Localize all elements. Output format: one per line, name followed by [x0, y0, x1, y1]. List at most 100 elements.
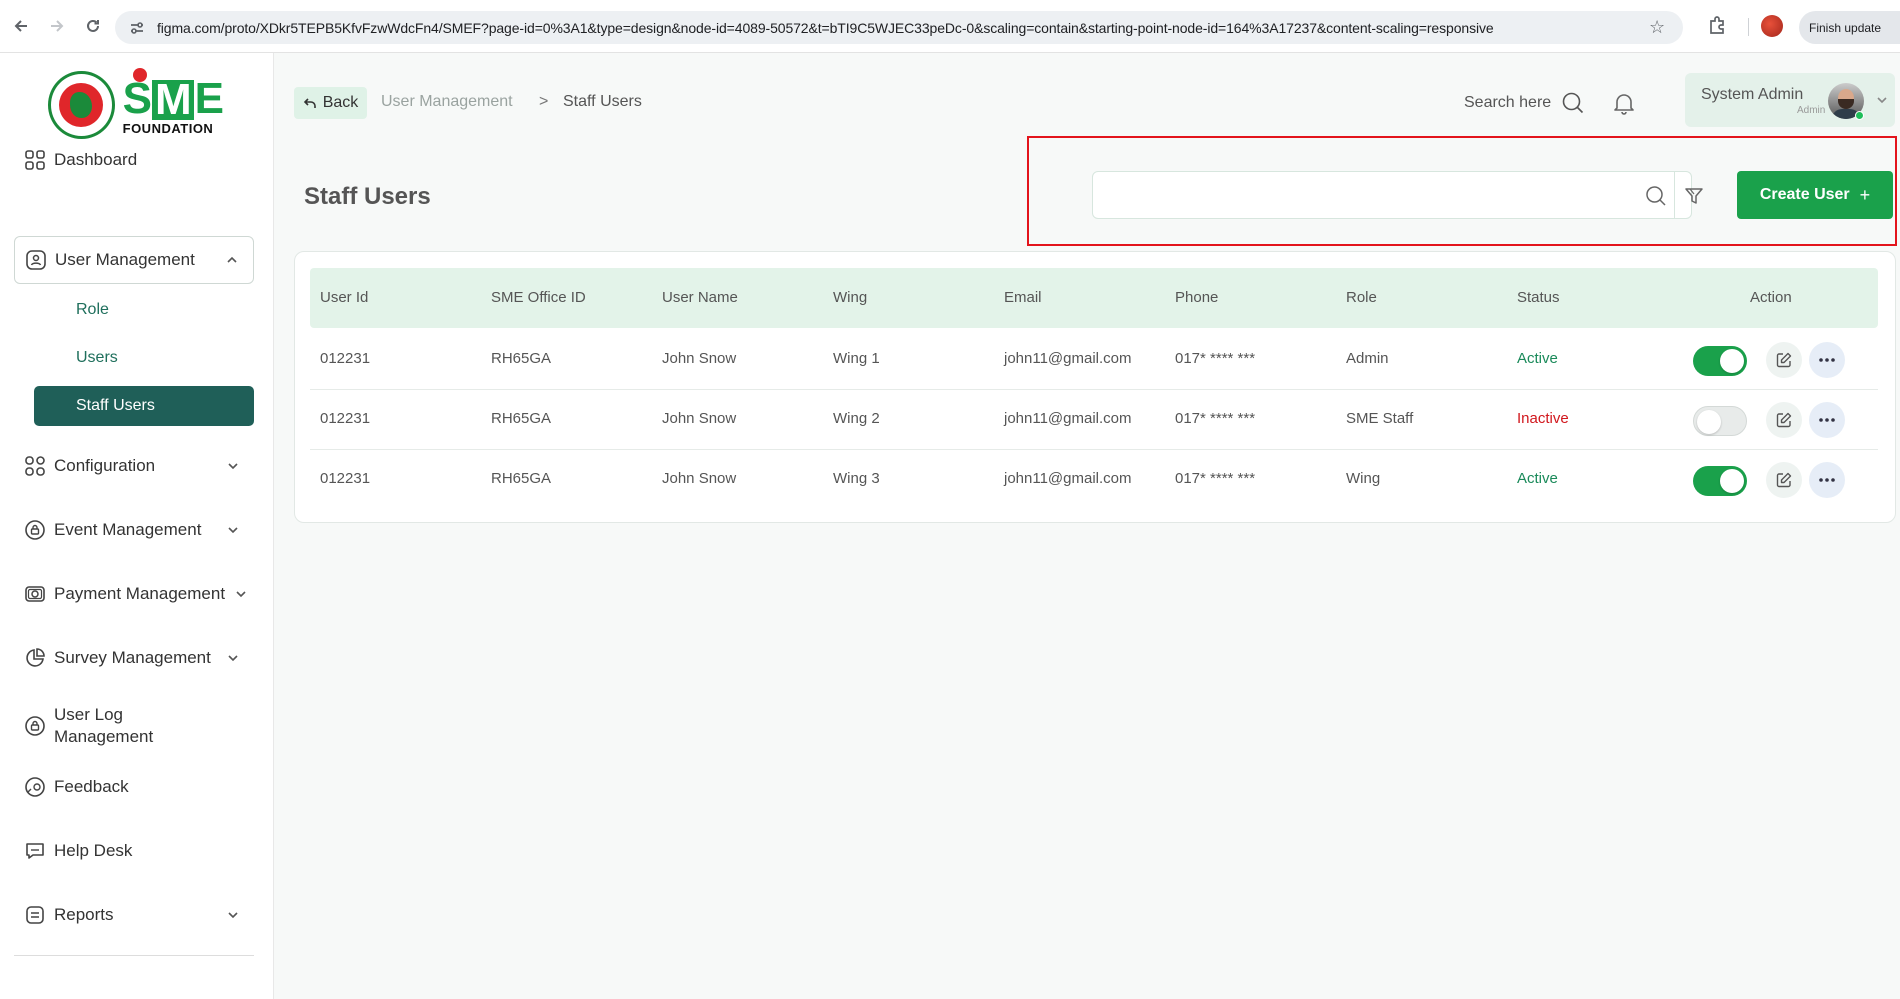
breadcrumb-parent[interactable]: User Management [381, 93, 513, 111]
reports-icon [24, 904, 46, 926]
edit-button[interactable] [1766, 342, 1802, 378]
chevron-down-icon[interactable] [226, 459, 240, 473]
status-toggle[interactable] [1693, 466, 1747, 496]
more-options-button[interactable] [1809, 402, 1845, 438]
more-horizontal-icon [1819, 358, 1835, 362]
main-content: Back User Management > Staff Users Searc… [274, 53, 1900, 999]
more-horizontal-icon [1819, 418, 1835, 422]
header-search-label: Search here [1464, 94, 1552, 111]
column-header-status[interactable]: Status [1517, 289, 1560, 306]
submenu-item-staff-users[interactable]: Staff Users [34, 386, 254, 426]
address-bar[interactable]: figma.com/proto/XDkr5TEPB5KfvFzwWdcFn4/S… [115, 11, 1683, 44]
sidebar-item-label: Survey Management [54, 648, 211, 667]
filter-icon[interactable] [1683, 185, 1705, 207]
sidebar-item-label: User Log Management [54, 705, 154, 746]
status-badge: Active [1517, 350, 1558, 367]
submenu-item-role[interactable]: Role [34, 290, 254, 330]
table-row[interactable]: 012231 RH65GA John Snow Wing 3 john11@gm… [310, 450, 1878, 510]
sidebar-item-feedback[interactable]: Feedback [14, 763, 254, 811]
user-profile-menu[interactable]: System Admin Admin [1685, 73, 1895, 127]
search-icon[interactable] [1645, 185, 1667, 207]
notification-bell-icon[interactable] [1613, 91, 1635, 115]
cell-email: john11@gmail.com [1004, 350, 1132, 367]
sidebar-item-user-management[interactable]: User Management [14, 236, 254, 284]
back-arrow-icon[interactable] [6, 11, 36, 41]
column-header-email[interactable]: Email [1004, 289, 1042, 306]
sidebar-item-event-management[interactable]: Event Management [14, 506, 254, 554]
sidebar-item-label: Help Desk [54, 841, 133, 860]
reload-icon[interactable] [78, 11, 108, 41]
chevron-down-icon[interactable] [234, 587, 248, 601]
cell-email: john11@gmail.com [1004, 410, 1132, 427]
status-toggle[interactable] [1693, 406, 1747, 436]
sidebar-divider [14, 955, 254, 956]
search-input[interactable] [1105, 182, 1555, 210]
cell-role: Admin [1346, 350, 1389, 367]
cell-wing: Wing 3 [833, 470, 880, 487]
return-arrow-icon [303, 98, 316, 108]
top-header: Back User Management > Staff Users Searc… [274, 53, 1900, 149]
column-header-wing[interactable]: Wing [833, 289, 867, 306]
table-search-field[interactable] [1092, 171, 1703, 219]
edit-button[interactable] [1766, 462, 1802, 498]
profile-role: Admin [1797, 105, 1826, 116]
cell-role: Wing [1346, 470, 1381, 487]
chevron-down-icon[interactable] [1875, 93, 1889, 107]
back-button[interactable]: Back [294, 87, 367, 119]
cell-office-id: RH65GA [491, 470, 552, 487]
status-toggle[interactable] [1693, 346, 1747, 376]
column-header-office-id[interactable]: SME Office ID [491, 289, 586, 306]
bookmark-star-icon[interactable]: ☆ [1649, 17, 1669, 38]
browser-profile-avatar[interactable] [1761, 15, 1783, 37]
chevron-down-icon[interactable] [226, 651, 240, 665]
profile-name: System Admin [1701, 86, 1804, 103]
sidebar-item-reports[interactable]: Reports [14, 891, 254, 939]
create-user-label: Create User [1759, 186, 1850, 203]
sidebar-item-label: Configuration [54, 456, 156, 475]
cell-user-id: 012231 [320, 470, 371, 487]
edit-button[interactable] [1766, 402, 1802, 438]
forward-arrow-icon[interactable] [42, 11, 72, 41]
lock-circle-icon [24, 519, 46, 541]
extensions-icon[interactable] [1707, 14, 1733, 40]
cell-user-name: John Snow [662, 410, 737, 427]
edit-icon [1776, 472, 1792, 488]
create-user-button[interactable]: Create User + [1737, 171, 1893, 219]
sidebar-item-label: Dashboard [54, 150, 138, 169]
chat-bubble-icon [24, 840, 46, 862]
breadcrumb-current: Staff Users [563, 93, 642, 110]
sidebar-item-user-log-management[interactable]: User Log Management [14, 698, 254, 754]
sidebar-item-configuration[interactable]: Configuration [14, 442, 254, 490]
more-options-button[interactable] [1809, 342, 1845, 378]
cell-role: SME Staff [1346, 410, 1414, 427]
finish-update-button[interactable]: Finish update [1799, 11, 1900, 44]
breadcrumb-separator: > [539, 93, 549, 110]
column-header-user-id[interactable]: User Id [320, 289, 368, 306]
payment-icon [24, 583, 46, 605]
table-header-row: User Id SME Office ID User Name Wing Ema… [310, 268, 1878, 328]
sidebar-item-payment-management[interactable]: Payment Management [14, 570, 254, 618]
cell-wing: Wing 2 [833, 410, 880, 427]
chevron-down-icon[interactable] [226, 908, 240, 922]
chevron-down-icon[interactable] [226, 523, 240, 537]
header-search[interactable]: Search here [1464, 91, 1585, 115]
sidebar-item-dashboard[interactable]: Dashboard [14, 136, 254, 184]
sme-foundation-logo[interactable]: SME FOUNDATION [48, 68, 224, 141]
sidebar-item-help-desk[interactable]: Help Desk [14, 827, 254, 875]
sidebar-item-survey-management[interactable]: Survey Management [14, 634, 254, 682]
submenu-item-users[interactable]: Users [34, 338, 254, 378]
site-settings-icon[interactable] [129, 20, 145, 36]
table-row[interactable]: 012231 RH65GA John Snow Wing 2 john11@gm… [310, 390, 1878, 450]
cell-user-id: 012231 [320, 350, 371, 367]
column-header-phone[interactable]: Phone [1175, 289, 1218, 306]
column-header-user-name[interactable]: User Name [662, 289, 738, 306]
search-icon [1562, 92, 1584, 114]
chevron-up-icon[interactable] [225, 253, 239, 267]
page-title: Staff Users [304, 183, 431, 210]
online-status-dot [1855, 111, 1864, 120]
search-divider [1674, 172, 1675, 218]
government-emblem [48, 71, 115, 139]
more-options-button[interactable] [1809, 462, 1845, 498]
column-header-role[interactable]: Role [1346, 289, 1377, 306]
table-row[interactable]: 012231 RH65GA John Snow Wing 1 john11@gm… [310, 330, 1878, 390]
